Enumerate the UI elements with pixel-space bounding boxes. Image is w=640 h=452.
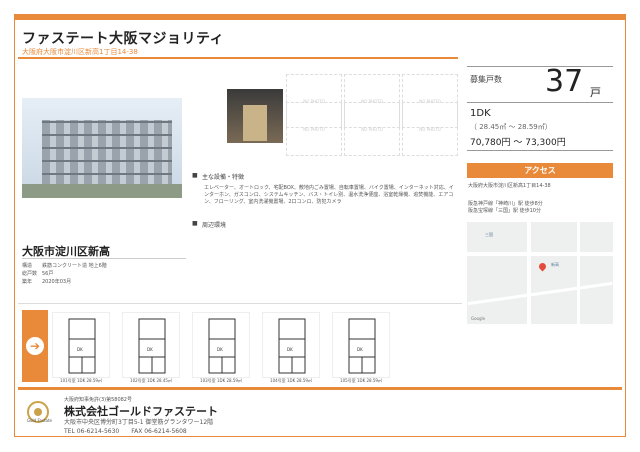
- plan-room-label: DK: [77, 347, 83, 352]
- property-info-table: 構造 鉄筋コンクリート造 地上6階 総戸数 56戸 築年 2020年03月: [22, 262, 107, 286]
- map-road: [527, 222, 531, 324]
- area-divider: [22, 258, 186, 259]
- floorplan-card[interactable]: DK: [332, 312, 390, 378]
- floorplan-drawing: DK: [278, 318, 306, 374]
- map-road: [467, 281, 613, 306]
- map-road: [467, 252, 613, 256]
- plan-room-label: DK: [287, 347, 293, 352]
- info-key: 構造: [22, 263, 33, 269]
- recruit-top-line: [467, 66, 613, 67]
- access-line-1: 阪急神戸線「神崎川」駅 徒歩8分: [468, 201, 543, 207]
- info-value: 鉄筋コンクリート造 地上6階: [42, 263, 107, 269]
- area-range: （ 28.45㎡ ～ 28.59㎡）: [470, 123, 552, 131]
- equipment-icon: ■: [192, 172, 198, 179]
- access-map[interactable]: 新高 三国 Google: [467, 222, 613, 324]
- photo-placeholder[interactable]: NO PHOTO: [344, 102, 400, 156]
- info-row: 総戸数 56戸: [22, 270, 107, 278]
- arrow-right-icon: ➔: [26, 337, 44, 355]
- equipment-text: エレベーター、オートロック、宅配BOX、敷地内ごみ置場、自転車置場、バイク置場、…: [204, 185, 454, 205]
- floorplan-card[interactable]: DK: [192, 312, 250, 378]
- environment-heading: 周辺環境: [202, 222, 227, 229]
- map-label: 三国: [485, 232, 493, 237]
- access-line-2: 阪急宝塚線「三国」駅 徒歩10分: [468, 208, 541, 214]
- exterior-photo[interactable]: [22, 98, 182, 198]
- ground-greenery: [22, 184, 182, 198]
- floorplan-drawing: DK: [348, 318, 376, 374]
- access-address: 大阪府大阪市淀川区新高1丁目14-38: [468, 183, 551, 189]
- title-divider: [18, 57, 458, 59]
- building-floors: [42, 120, 172, 186]
- floorplan-caption: 105号室 1DK 28.59㎡: [340, 378, 382, 383]
- floorplan-drawing: DK: [68, 318, 96, 374]
- info-row: 構造 鉄筋コンクリート造 地上6階: [22, 262, 107, 270]
- recruit-unit: 戸: [590, 86, 601, 99]
- info-value: 2020年03月: [42, 279, 72, 285]
- info-key: 総戸数: [22, 271, 38, 277]
- property-address: 大阪府大阪市淀川区新高1丁目14-38: [22, 48, 138, 56]
- company-phone: TEL 06-6214-5630 FAX 06-6214-5608: [64, 428, 187, 435]
- recruit-count: 37: [545, 64, 584, 99]
- recruit-label: 募集戸数: [470, 75, 502, 84]
- floorplan-drawing: DK: [208, 318, 236, 374]
- entrance-door: [243, 105, 267, 141]
- info-key: 築年: [22, 279, 33, 285]
- floorplan-arrow-button[interactable]: ➔: [22, 310, 48, 382]
- floorplan-card[interactable]: DK: [52, 312, 110, 378]
- access-header: アクセス: [467, 163, 613, 178]
- entrance-photo[interactable]: [227, 89, 283, 143]
- floorplan-caption: 101号室 1DK 28.59㎡: [60, 378, 102, 383]
- plan-room-label: DK: [357, 347, 363, 352]
- info-value: 56戸: [42, 271, 54, 277]
- info-row: 築年 2020年03月: [22, 278, 107, 286]
- map-label: 新高: [551, 262, 559, 267]
- rent-range: 70,780円 ～ 73,300円: [470, 138, 566, 148]
- plan-room-label: DK: [147, 347, 153, 352]
- area-name: 大阪市淀川区新高: [22, 245, 110, 258]
- recruit-bottom-line: [467, 150, 613, 151]
- company-address: 大阪市中央区博労町3丁目5-1 御堂筋グランタワー12階: [64, 419, 214, 426]
- layout-type: 1DK: [470, 108, 491, 119]
- plan-room-label: DK: [217, 347, 223, 352]
- map-road: [577, 222, 580, 324]
- floorplan-drawing: DK: [138, 318, 166, 374]
- map-google-logo: Google: [471, 316, 486, 321]
- property-title: ファステート大阪マジョリティ: [22, 31, 225, 47]
- equipment-heading: 主な設備・特徴: [202, 174, 245, 181]
- floorplan-caption: 104号室 1DK 28.59㎡: [270, 378, 312, 383]
- floorplan-card[interactable]: DK: [122, 312, 180, 378]
- floorplan-caption: 103号室 1DK 28.59㎡: [200, 378, 242, 383]
- photo-placeholder[interactable]: NO PHOTO: [286, 102, 342, 156]
- company-logo-icon: [27, 401, 49, 423]
- license-number: 大阪府知事免許(3)第58082号: [64, 397, 132, 403]
- floorplan-caption: 102号室 1DK 28.45㎡: [130, 378, 172, 383]
- recruit-divider: [467, 102, 613, 103]
- footer-divider: [18, 387, 622, 390]
- photo-placeholder[interactable]: NO PHOTO: [402, 102, 458, 156]
- map-pin-icon[interactable]: [537, 261, 548, 272]
- logo-text: Gold Fastate: [27, 418, 52, 423]
- environment-icon: ■: [192, 220, 198, 227]
- floorplan-card[interactable]: DK: [262, 312, 320, 378]
